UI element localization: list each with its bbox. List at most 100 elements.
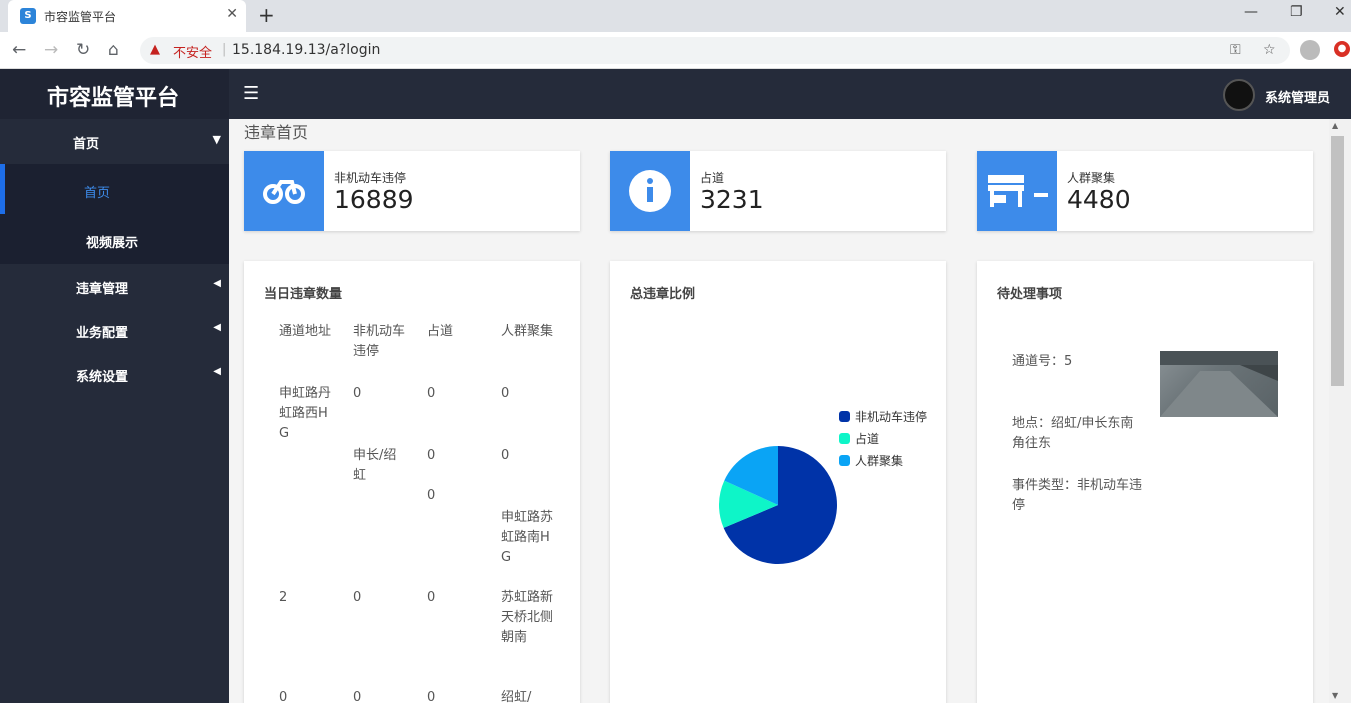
browser-tabbar: S 市容监管平台 ✕ + — ❐ ✕ bbox=[0, 0, 1351, 32]
stat-icon-box bbox=[244, 151, 324, 231]
sidebar-subitem-home[interactable]: 首页 bbox=[0, 164, 229, 214]
security-warning[interactable]: 不安全 bbox=[173, 42, 212, 61]
new-tab-icon[interactable]: + bbox=[258, 3, 275, 27]
scroll-thumb[interactable] bbox=[1331, 136, 1344, 386]
sidebar-item-home[interactable]: 首页 ▼ bbox=[0, 119, 229, 163]
user-name[interactable]: 系统管理员 bbox=[1265, 87, 1330, 106]
table-cell: 0 bbox=[427, 448, 436, 463]
page-scrollbar[interactable]: ▲ ▼ bbox=[1329, 119, 1351, 703]
table-cell: 0 bbox=[427, 590, 436, 605]
legend-item[interactable]: 非机动车违停 bbox=[839, 408, 927, 425]
table-header: 占道 bbox=[427, 324, 454, 339]
table-cell: 申长/绍虹 bbox=[353, 448, 397, 483]
sidebar: 首页 ▼ 首页 视频展示 违章管理 ◀ 业务配置 ◀ 系统设置 ◀ bbox=[0, 119, 229, 703]
stat-label: 占道 bbox=[700, 171, 725, 185]
table-cell: 苏虹路新天桥北侧朝南 bbox=[501, 590, 554, 645]
profile-icon[interactable] bbox=[1300, 40, 1320, 60]
forward-icon[interactable]: → bbox=[44, 40, 58, 60]
snapshot-image bbox=[1160, 351, 1278, 417]
star-icon[interactable]: ☆ bbox=[1263, 42, 1276, 58]
pending-location: 地点：绍虹/申长东南角往东 bbox=[1012, 416, 1134, 451]
url-field[interactable]: ▲ 不安全 | 15.184.19.13/a?login ⚿ ☆ bbox=[140, 37, 1290, 64]
sidebar-item-system-settings[interactable]: 系统设置 ◀ bbox=[0, 352, 229, 396]
home-icon[interactable]: ⌂ bbox=[108, 40, 119, 60]
back-icon[interactable]: ← bbox=[12, 40, 26, 60]
panel-title: 待处理事项 bbox=[997, 287, 1063, 302]
page-title: 违章首页 bbox=[244, 123, 309, 142]
browser-tab[interactable]: S 市容监管平台 ✕ bbox=[8, 0, 246, 32]
table-cell: 绍虹/ bbox=[501, 690, 532, 703]
table-header: 非机动车违停 bbox=[353, 324, 406, 359]
table-cell: 0 bbox=[501, 386, 510, 401]
stat-value: 4480 bbox=[1067, 185, 1131, 214]
caret-down-icon: ▼ bbox=[212, 133, 221, 146]
store-icon bbox=[988, 175, 1048, 207]
panel-title: 当日违章数量 bbox=[264, 287, 343, 302]
extension-icon[interactable]: ● bbox=[1334, 41, 1350, 57]
stat-card-bike-parking[interactable]: 非机动车违停 16889 bbox=[244, 151, 580, 231]
pending-items-panel: 待处理事项 通道号：5 地点：绍虹/申长东南角往东 事件类型：非机动车违停 bbox=[977, 261, 1313, 703]
sidebar-item-label: 系统设置 bbox=[76, 370, 129, 385]
restore-icon[interactable]: ❐ bbox=[1290, 4, 1303, 20]
sidebar-subitem-label: 视频展示 bbox=[86, 236, 139, 251]
sidebar-subitem-video[interactable]: 视频展示 bbox=[0, 214, 229, 264]
sidebar-submenu: 首页 视频展示 bbox=[0, 164, 229, 264]
sidebar-subitem-label: 首页 bbox=[84, 186, 111, 201]
bicycle-icon bbox=[263, 180, 305, 204]
stat-value: 16889 bbox=[334, 185, 414, 214]
legend-label: 非机动车违停 bbox=[855, 410, 928, 424]
legend-item[interactable]: 占道 bbox=[839, 430, 879, 447]
camera-snapshot[interactable] bbox=[1160, 351, 1278, 417]
minimize-icon[interactable]: — bbox=[1244, 4, 1258, 20]
pending-event-type: 事件类型：非机动车违停 bbox=[1012, 478, 1143, 513]
legend-swatch bbox=[839, 455, 850, 466]
sidebar-item-violations[interactable]: 违章管理 ◀ bbox=[0, 264, 229, 308]
table-cell: 0 bbox=[427, 386, 436, 401]
key-icon[interactable]: ⚿ bbox=[1230, 42, 1241, 58]
stat-value: 3231 bbox=[700, 185, 764, 214]
pie-chart[interactable] bbox=[610, 261, 946, 703]
sidebar-item-label: 首页 bbox=[73, 137, 100, 152]
table-cell: 2 bbox=[279, 590, 288, 605]
scroll-down-icon[interactable]: ▼ bbox=[1332, 691, 1338, 700]
reload-icon[interactable]: ↻ bbox=[76, 40, 90, 60]
window-close-icon[interactable]: ✕ bbox=[1334, 4, 1346, 20]
stat-icon-box bbox=[610, 151, 690, 231]
table-cell: 0 bbox=[279, 690, 288, 703]
tab-close-icon[interactable]: ✕ bbox=[226, 6, 238, 22]
app-logo[interactable]: 市容监管平台 bbox=[47, 80, 179, 112]
tab-title: 市容监管平台 bbox=[44, 10, 117, 24]
stat-label: 人群聚集 bbox=[1067, 171, 1116, 185]
table-cell: 0 bbox=[427, 690, 436, 703]
table-cell: 0 bbox=[501, 448, 510, 463]
app-favicon-icon: S bbox=[20, 8, 36, 24]
stat-card-road-occupation[interactable]: 占道 3231 bbox=[610, 151, 946, 231]
logo-area: 市容监管平台 bbox=[0, 69, 229, 119]
warning-icon: ▲ bbox=[150, 42, 160, 57]
violation-ratio-panel: 总违章比例 非机动车违停 占道 人群聚集 bbox=[610, 261, 946, 703]
legend-swatch bbox=[839, 411, 850, 422]
legend-item[interactable]: 人群聚集 bbox=[839, 452, 903, 469]
stat-card-crowd[interactable]: 人群聚集 4480 bbox=[977, 151, 1313, 231]
app-header: 市容监管平台 ☰ 系统管理员 bbox=[0, 69, 1351, 119]
main-content: 违章首页 非机动车违停 16889 占道 3231 人群聚集 4480 当日违章… bbox=[229, 119, 1329, 703]
table-cell: 0 bbox=[427, 488, 436, 503]
table-header: 人群聚集 bbox=[501, 324, 554, 339]
daily-violations-panel: 当日违章数量 通道地址 非机动车违停 占道 人群聚集 申虹路丹虹路西HG 0 0… bbox=[244, 261, 580, 703]
caret-left-icon: ◀ bbox=[213, 278, 221, 289]
legend-swatch bbox=[839, 433, 850, 444]
url-separator: | bbox=[222, 42, 227, 57]
scroll-up-icon[interactable]: ▲ bbox=[1332, 121, 1338, 130]
pending-channel: 通道号：5 bbox=[1012, 354, 1073, 369]
info-icon bbox=[629, 170, 671, 212]
caret-left-icon: ◀ bbox=[213, 366, 221, 377]
active-indicator bbox=[0, 164, 5, 214]
legend-label: 人群聚集 bbox=[855, 454, 904, 468]
url-text[interactable]: 15.184.19.13/a?login bbox=[232, 42, 380, 58]
sidebar-item-label: 违章管理 bbox=[76, 282, 129, 297]
table-cell: 0 bbox=[353, 690, 362, 703]
table-cell: 0 bbox=[353, 386, 362, 401]
menu-toggle-icon[interactable]: ☰ bbox=[243, 83, 259, 104]
avatar[interactable] bbox=[1223, 79, 1255, 111]
sidebar-item-business-config[interactable]: 业务配置 ◀ bbox=[0, 308, 229, 352]
